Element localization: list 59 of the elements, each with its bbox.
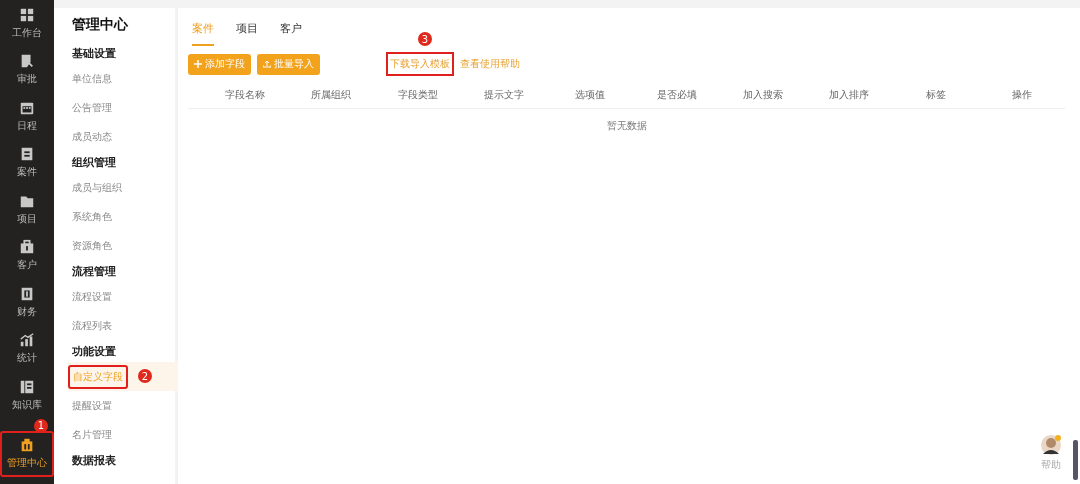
briefcase-icon xyxy=(19,239,35,256)
column-header: 字段名称 xyxy=(224,88,267,102)
link[interactable]: 查看使用帮助 xyxy=(460,57,520,71)
step-number: 2 xyxy=(138,369,152,383)
nav-item[interactable]: 项目 xyxy=(0,186,54,233)
ledger-icon xyxy=(19,285,35,302)
column-header: 提示文字 xyxy=(483,88,526,102)
section-header: 功能设置 xyxy=(72,343,117,360)
nav-item[interactable]: 日程 xyxy=(0,93,54,140)
building-icon xyxy=(19,437,35,454)
nav-item[interactable]: 客户 xyxy=(0,232,54,279)
grid-icon xyxy=(19,6,35,23)
nav-item[interactable]: 知识库 xyxy=(0,372,54,419)
empty-message: 暂无数据 xyxy=(606,120,647,131)
help-label[interactable]: 帮助 xyxy=(1041,458,1061,472)
sidebar-item[interactable]: 单位信息 xyxy=(68,64,112,93)
column-header: 选项值 xyxy=(574,88,607,102)
book-icon xyxy=(19,378,35,395)
sidebar-item[interactable]: 系统角色 xyxy=(68,202,112,231)
column-header: 加入排序 xyxy=(828,88,871,102)
nav-item[interactable]: 工作台 xyxy=(0,0,54,47)
step-number: 3 xyxy=(418,32,432,46)
sidebar-item[interactable]: 资源角色 xyxy=(68,231,112,260)
clipboard-icon xyxy=(19,146,35,163)
add-field-button[interactable]: 添加字段 xyxy=(188,53,251,75)
import-button[interactable]: 批量导入 xyxy=(257,53,320,75)
tab[interactable]: 项目 xyxy=(236,18,258,46)
nav-item[interactable]: 统计 xyxy=(0,325,54,372)
sidebar-title: 管理中心 xyxy=(72,16,129,34)
column-header: 所属组织 xyxy=(310,88,353,102)
column-header: 字段类型 xyxy=(396,88,439,102)
plus-icon xyxy=(194,60,202,68)
link[interactable]: 下载导入模板 xyxy=(386,52,454,76)
tab[interactable]: 案件 xyxy=(192,18,214,46)
sidebar-item[interactable]: 名片管理 xyxy=(68,420,112,449)
section-header: 基础设置 xyxy=(72,45,117,62)
sidebar-item[interactable]: 公告管理 xyxy=(68,93,112,122)
avatar-icon xyxy=(1040,434,1062,456)
nav-item[interactable]: 财务 xyxy=(0,279,54,326)
column-header: 加入搜索 xyxy=(741,88,784,102)
sidebar-item[interactable]: 提醒设置 xyxy=(68,391,112,420)
tab[interactable]: 客户 xyxy=(280,18,302,46)
column-header: 标签 xyxy=(924,88,947,102)
sidebar-item[interactable]: 成员动态 xyxy=(68,122,112,151)
sidebar-item[interactable]: 流程设置 xyxy=(68,282,112,311)
chart-icon xyxy=(19,332,35,349)
nav-item[interactable]: 审批 xyxy=(0,46,54,93)
column-header: 是否必填 xyxy=(655,88,698,102)
nav-item[interactable]: 案件 xyxy=(0,139,54,186)
section-header: 组织管理 xyxy=(72,154,117,171)
sidebar-item[interactable]: 流程列表 xyxy=(68,311,112,340)
step-number: 1 xyxy=(34,418,48,433)
sidebar-item[interactable]: 成员与组织 xyxy=(68,173,122,202)
column-header: 操作 xyxy=(1010,88,1033,102)
section-header: 流程管理 xyxy=(72,263,117,280)
sidebar-item[interactable]: 自定义字段 xyxy=(68,364,128,389)
document-icon xyxy=(19,53,35,70)
section-header: 数据报表 xyxy=(72,452,117,469)
upload-icon xyxy=(263,60,271,68)
